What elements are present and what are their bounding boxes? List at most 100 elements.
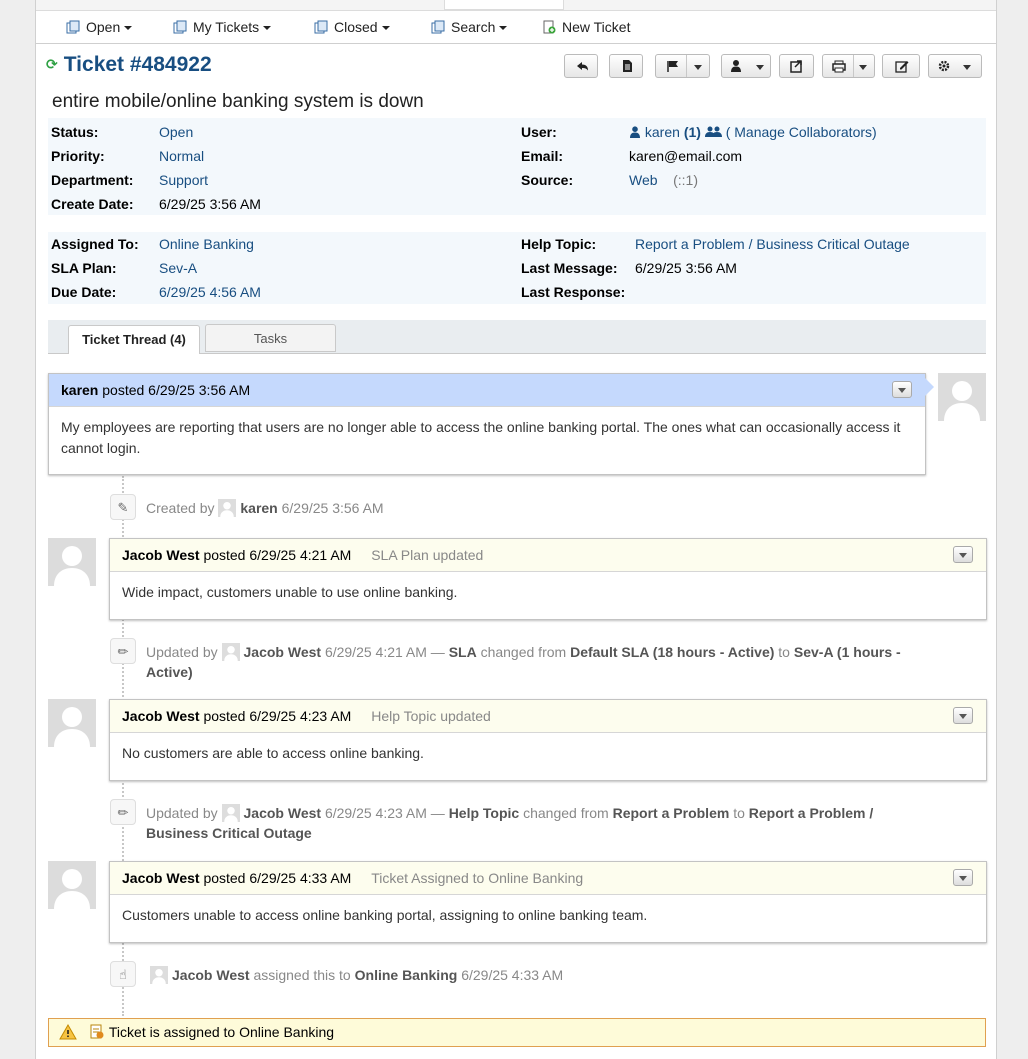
ticket-info-primary: Status: Open Priority: Normal Department… [48, 118, 986, 215]
priority-label: Priority: [51, 148, 105, 164]
print-note-button[interactable] [609, 54, 643, 78]
posted-time: posted 6/29/25 4:21 AM [203, 547, 352, 563]
users-icon [704, 126, 722, 137]
thread-entry-body: Wide impact, customers unable to use onl… [122, 584, 458, 600]
user-row: User: [521, 122, 557, 142]
nav-search-label: Search [451, 19, 496, 35]
sla-value[interactable]: Sev-A [159, 258, 197, 278]
transfer-button[interactable] [779, 54, 814, 78]
user-icon [731, 60, 741, 72]
flag-menu-button[interactable] [655, 54, 710, 78]
thumbs-up-icon: ☝ [110, 961, 136, 987]
sla-link[interactable]: Sev-A [159, 260, 197, 276]
event-field: Help Topic [448, 805, 520, 821]
event-prefix: Created by [146, 500, 215, 516]
assigned-label: Assigned To: [51, 236, 139, 252]
thread-entry-user: karen posted 6/29/25 3:56 AM My employee… [48, 373, 926, 475]
nav-new-ticket[interactable]: New Ticket [542, 17, 630, 37]
event-action: assigned this to [253, 967, 351, 983]
source-ip: (::1) [673, 172, 698, 188]
topic-value[interactable]: Report a Problem / Business Critical Out… [635, 234, 910, 254]
priority-link[interactable]: Normal [159, 148, 204, 164]
entry-options-button[interactable] [953, 707, 973, 724]
document-icon [623, 60, 632, 72]
due-link[interactable]: 6/29/25 4:56 AM [159, 284, 261, 300]
tab-ticket-thread[interactable]: Ticket Thread (4) [68, 325, 200, 354]
entry-options-button[interactable] [953, 869, 973, 886]
priority-value[interactable]: Normal [159, 146, 204, 166]
share-icon [790, 60, 802, 73]
settings-menu-button[interactable] [928, 54, 982, 78]
entry-title: SLA Plan updated [371, 547, 484, 563]
last-message-value: 6/29/25 3:56 AM [635, 260, 737, 276]
entry-options-button[interactable] [953, 546, 973, 563]
nav-my-tickets[interactable]: My Tickets [173, 17, 272, 37]
assigned-link[interactable]: Online Banking [159, 236, 254, 252]
tickets-icon [173, 20, 187, 34]
department-value[interactable]: Support [159, 170, 208, 190]
nav-my-tickets-label: My Tickets [193, 19, 260, 35]
avatar [221, 643, 240, 661]
due-label: Due Date: [51, 284, 117, 300]
event-to-cont: Active) [146, 664, 193, 680]
status-value[interactable]: Open [159, 122, 193, 142]
entry-options-button[interactable] [892, 381, 912, 398]
avatar [218, 499, 237, 517]
sla-row: SLA Plan: [51, 258, 117, 278]
tickets-icon [66, 20, 80, 34]
poster-name: Jacob West [122, 547, 200, 563]
create-date-value: 6/29/25 3:56 AM [159, 196, 261, 212]
assign-menu-button[interactable] [721, 54, 771, 78]
assign-icon [90, 1024, 104, 1039]
avatar [48, 699, 96, 747]
chevron-down-icon [859, 65, 867, 70]
nav-open[interactable]: Open [66, 17, 133, 37]
tickets-icon [431, 20, 445, 34]
due-value[interactable]: 6/29/25 4:56 AM [159, 282, 261, 302]
event-prefix: Updated by [146, 644, 218, 660]
ticket-number: Ticket #484922 [63, 53, 212, 76]
speech-arrow [925, 378, 934, 396]
poster-name: karen [61, 382, 99, 398]
edit-button[interactable] [882, 54, 920, 78]
thread-event-assigned: Jacob West assigned this to Online Banki… [150, 965, 563, 985]
nav-search[interactable]: Search [431, 17, 508, 37]
event-time: 6/29/25 4:33 AM [461, 967, 564, 983]
nav-closed[interactable]: Closed [314, 17, 390, 37]
nav-new-ticket-label: New Ticket [562, 19, 631, 35]
thread-entry-staff: Jacob West posted 6/29/25 4:21 AM SLA Pl… [109, 538, 987, 620]
event-time: 6/29/25 4:23 AM — [324, 805, 445, 821]
event-prefix: Updated by [146, 805, 218, 821]
source-link[interactable]: Web [629, 172, 658, 188]
event-field: SLA [448, 644, 477, 660]
source-label: Source: [521, 172, 574, 188]
status-row: Status: [51, 122, 98, 142]
last-message-label: Last Message: [521, 260, 618, 276]
last-response-row: Last Response: [521, 282, 625, 302]
event-user: Jacob West [172, 967, 250, 983]
page-title[interactable]: ⟳ Ticket #484922 [46, 53, 212, 77]
tab-tasks[interactable]: Tasks [205, 324, 336, 352]
print-menu-button[interactable] [822, 54, 875, 78]
user-avatar-icon [938, 373, 986, 421]
refresh-icon[interactable]: ⟳ [46, 56, 58, 72]
user-avatar-icon [48, 699, 96, 747]
create-date-row: Create Date: [51, 194, 133, 214]
manage-collaborators-link[interactable]: ( Manage Collaborators) [726, 124, 877, 140]
status-link[interactable]: Open [159, 124, 193, 140]
split-divider [686, 55, 687, 77]
nav-closed-label: Closed [334, 19, 378, 35]
status-label: Status: [51, 124, 99, 140]
assigned-row: Assigned To: [51, 234, 139, 254]
ticket-count[interactable]: (1) [684, 124, 701, 140]
user-link[interactable]: karen [645, 124, 680, 140]
thread-entry-header: Jacob West posted 6/29/25 4:33 AM Ticket… [110, 862, 986, 895]
department-link[interactable]: Support [159, 172, 208, 188]
reply-button[interactable] [564, 54, 598, 78]
assigned-value[interactable]: Online Banking [159, 234, 254, 254]
entry-title: Help Topic updated [371, 708, 491, 724]
thread-tabs: Ticket Thread (4) Tasks [48, 320, 986, 354]
topic-link[interactable]: Report a Problem / Business Critical Out… [635, 236, 910, 252]
event-time: 6/29/25 3:56 AM [281, 500, 384, 516]
email-row: Email: [521, 146, 563, 166]
